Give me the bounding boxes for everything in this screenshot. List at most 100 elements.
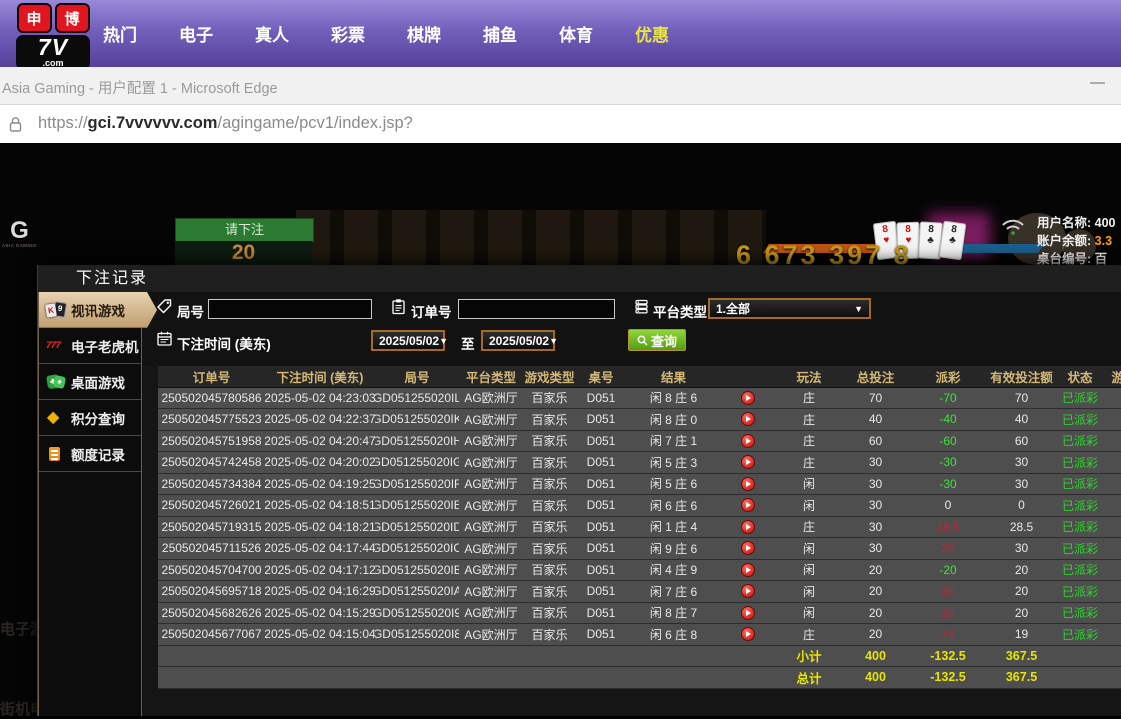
- cell-time: 2025-05-02 04:15:29: [265, 603, 375, 624]
- total-cell-result: [626, 646, 721, 667]
- cell-table_no: D051: [576, 581, 626, 602]
- cell-extra: [1105, 495, 1121, 516]
- cell-platform: AG欧洲厅: [459, 624, 523, 645]
- cell-payout: 20: [908, 581, 988, 602]
- replay-button[interactable]: [741, 412, 755, 426]
- total-cell-time: [265, 646, 375, 667]
- platform-select[interactable]: 1.全部 ▼: [708, 298, 871, 319]
- table-row: 2505020456826262025-05-02 04:15:29GD0512…: [158, 603, 1121, 625]
- cell-bet: 30: [843, 538, 908, 559]
- nav-item-7[interactable]: 体育: [559, 21, 593, 46]
- cell-result: 闲 6 庄 8: [626, 624, 721, 645]
- cell-replay: [721, 517, 775, 538]
- nav-item-4[interactable]: 彩票: [331, 21, 365, 46]
- table-row: 2505020457343842025-05-02 04:19:25GD0512…: [158, 474, 1121, 496]
- cell-result: 闲 5 庄 6: [626, 474, 721, 495]
- brand-name: ASIA GAMING: [2, 243, 37, 248]
- nav-item-6[interactable]: 捕鱼: [483, 21, 517, 46]
- cell-table_no: D051: [576, 474, 626, 495]
- sidebar-item-label: 电子老虎机: [71, 336, 139, 356]
- sidebar-item-slot-777[interactable]: 电子老虎机: [39, 328, 141, 364]
- replay-button[interactable]: [741, 477, 755, 491]
- cell-valid: 0: [988, 495, 1055, 516]
- cell-result: 闲 1 庄 4: [626, 517, 721, 538]
- date-to-select[interactable]: 2025/05/02 ▼: [481, 330, 555, 351]
- table-row: 2505020457755232025-05-02 04:22:37GD0512…: [158, 409, 1121, 431]
- site-logo[interactable]: 申 博 7V .com: [16, 3, 90, 70]
- cell-order: 250502045704700: [158, 560, 265, 581]
- round-input[interactable]: [208, 299, 372, 319]
- date-from-select[interactable]: 2025/05/02 ▼: [371, 330, 445, 351]
- playing-card: 8♣: [939, 221, 967, 261]
- table-row: 2505020457193152025-05-02 04:18:21GD0512…: [158, 517, 1121, 539]
- cell-result: 闲 7 庄 1: [626, 431, 721, 452]
- nav-item-1[interactable]: 热门: [103, 21, 137, 46]
- status-value: 已派彩: [1062, 604, 1098, 621]
- casino-background: [296, 210, 766, 265]
- replay-button[interactable]: [741, 391, 755, 405]
- cell-replay: [721, 538, 775, 559]
- cell-platform: AG欧洲厅: [459, 517, 523, 538]
- total-cell-payout: -132.5: [908, 646, 988, 667]
- order-input[interactable]: [458, 299, 615, 319]
- sidebar-item-video-cards[interactable]: 视讯游戏: [39, 292, 157, 328]
- logo-main-text: 7V: [18, 35, 88, 59]
- nav-item-8[interactable]: 优惠: [635, 21, 669, 46]
- date-to-value: 2025/05/02: [489, 334, 549, 348]
- replay-button[interactable]: [741, 627, 755, 641]
- search-button[interactable]: 查询: [628, 329, 686, 351]
- cell-status: 已派彩: [1055, 560, 1105, 581]
- cell-platform: AG欧洲厅: [459, 603, 523, 624]
- cell-payout: -20: [908, 560, 988, 581]
- cell-platform: AG欧洲厅: [459, 581, 523, 602]
- nav-item-5[interactable]: 棋牌: [407, 21, 441, 46]
- minimize-button[interactable]: —: [1090, 74, 1105, 91]
- platform-icon: [633, 298, 650, 320]
- cell-payout: -70: [908, 388, 988, 409]
- cell-replay: [721, 452, 775, 473]
- tag-icon: [156, 298, 173, 320]
- cell-valid: 30: [988, 452, 1055, 473]
- cell-play: 闲: [775, 538, 843, 559]
- replay-button[interactable]: [741, 434, 755, 448]
- replay-button[interactable]: [741, 498, 755, 512]
- cell-game: 百家乐: [523, 560, 576, 581]
- total-cell-platform: [459, 646, 523, 667]
- column-header-replay: [721, 366, 775, 387]
- replay-button[interactable]: [741, 541, 755, 555]
- sidebar-item-table-games[interactable]: 桌面游戏: [39, 364, 141, 400]
- replay-button[interactable]: [741, 606, 755, 620]
- sidebar-item-credit-doc[interactable]: 额度记录: [39, 436, 141, 472]
- address-bar[interactable]: https://gci.7vvvvvv.com/agingame/pcv1/in…: [0, 105, 1121, 143]
- status-value: 已派彩: [1062, 497, 1098, 514]
- cell-status: 已派彩: [1055, 431, 1105, 452]
- table-row: 2505020457519582025-05-02 04:20:47GD0512…: [158, 431, 1121, 453]
- nav-item-2[interactable]: 电子: [179, 21, 213, 46]
- payout-value: 20: [941, 584, 954, 598]
- cell-payout: 0: [908, 495, 988, 516]
- cell-bet: 60: [843, 431, 908, 452]
- cell-payout: -30: [908, 452, 988, 473]
- cell-payout: 20: [908, 603, 988, 624]
- table-row: 2505020457115262025-05-02 04:17:44GD0512…: [158, 538, 1121, 560]
- payout-value: 28.5: [936, 520, 959, 534]
- cell-result: 闲 8 庄 6: [626, 388, 721, 409]
- replay-button[interactable]: [741, 563, 755, 577]
- replay-button[interactable]: [741, 455, 755, 469]
- cell-table_no: D051: [576, 560, 626, 581]
- total-cell-payout: -132.5: [908, 667, 988, 688]
- sidebar-item-points-gem[interactable]: 积分查询: [39, 400, 141, 436]
- total-cell-time: [265, 667, 375, 688]
- cell-table_no: D051: [576, 495, 626, 516]
- replay-button[interactable]: [741, 520, 755, 534]
- url-text[interactable]: https://gci.7vvvvvv.com/agingame/pcv1/in…: [38, 114, 413, 133]
- cell-extra: [1105, 388, 1121, 409]
- column-header-game: 游戏类型: [523, 366, 576, 387]
- cell-platform: AG欧洲厅: [459, 409, 523, 430]
- total-cell-extra: [1105, 646, 1121, 667]
- cell-bet: 40: [843, 409, 908, 430]
- payout-value: 30: [941, 541, 954, 555]
- replay-button[interactable]: [741, 584, 755, 598]
- nav-item-3[interactable]: 真人: [255, 21, 289, 46]
- sidebar-item-label: 视讯游戏: [71, 300, 125, 320]
